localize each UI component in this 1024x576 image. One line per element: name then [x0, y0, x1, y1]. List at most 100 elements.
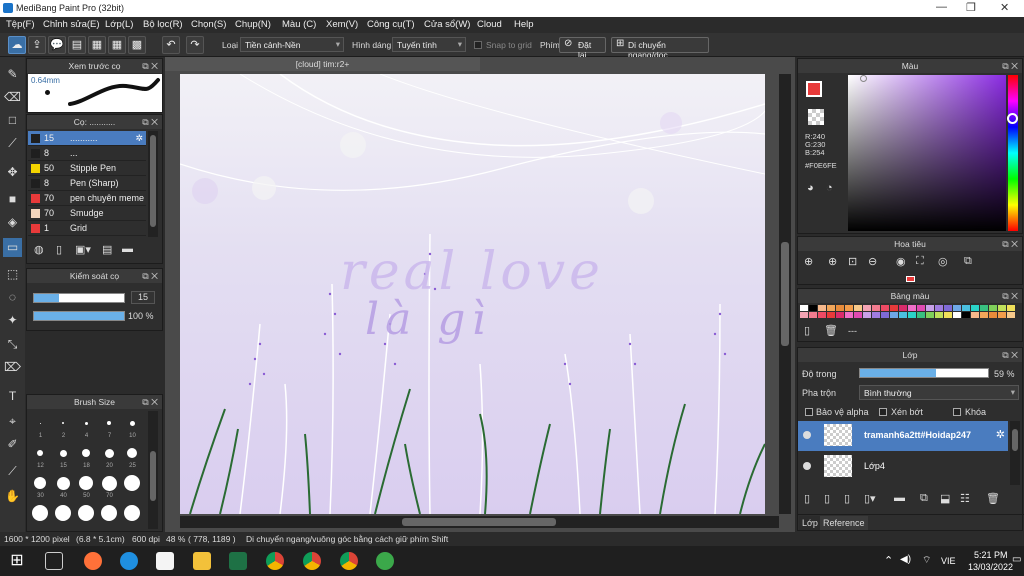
- clock-date[interactable]: 13/03/2022: [968, 562, 1013, 572]
- excel-icon[interactable]: [229, 552, 247, 570]
- menu-capture[interactable]: Chụp(N): [235, 19, 271, 30]
- menu-help[interactable]: Help: [514, 19, 534, 30]
- brush-size-scrollbar[interactable]: [148, 411, 158, 529]
- palette-swatch[interactable]: [836, 305, 844, 311]
- menu-edit[interactable]: Chỉnh sửa(E): [43, 19, 100, 30]
- new-layer-icon[interactable]: ▯: [804, 492, 810, 505]
- layer-item[interactable]: Lớp4: [798, 452, 1008, 482]
- palette-swatch[interactable]: [809, 312, 817, 318]
- palette-swatch[interactable]: [872, 305, 880, 311]
- palette-swatch[interactable]: [908, 305, 916, 311]
- brush-size-option[interactable]: 70: [98, 471, 121, 501]
- canvas-horizontal-scrollbar[interactable]: [180, 516, 779, 528]
- brush-size-value[interactable]: 15: [131, 291, 155, 304]
- palette-swatch[interactable]: [980, 312, 988, 318]
- palette-swatch[interactable]: [800, 312, 808, 318]
- protect-alpha-checkbox[interactable]: [805, 408, 813, 416]
- task-view-icon[interactable]: [45, 552, 63, 570]
- select-tool-icon[interactable]: ⬚: [3, 265, 22, 284]
- palette-swatch[interactable]: [1007, 312, 1015, 318]
- zoom-in-icon[interactable]: ⊕: [804, 255, 813, 268]
- palette-swatch[interactable]: [971, 312, 979, 318]
- hue-slider[interactable]: [1007, 75, 1018, 231]
- new-halftone-layer-icon[interactable]: ▯: [824, 492, 830, 505]
- zoom-out-icon[interactable]: ⊕: [828, 255, 837, 268]
- gear-icon[interactable]: ✲: [996, 428, 1005, 441]
- store-icon[interactable]: [156, 552, 174, 570]
- menu-window[interactable]: Cửa sổ(W): [424, 19, 470, 30]
- blend-select[interactable]: Bình thường: [859, 385, 1019, 400]
- palette-swatch[interactable]: [881, 305, 889, 311]
- popout-icon[interactable]: ⧉ ✕: [142, 395, 158, 409]
- popout-icon[interactable]: ⧉ ✕: [142, 115, 158, 129]
- new-brush-icon[interactable]: ▯: [56, 243, 62, 256]
- layer-folder-icon[interactable]: ▬: [894, 492, 905, 504]
- menu-tools[interactable]: Công cụ(T): [367, 19, 415, 30]
- brush-size-option[interactable]: 7: [98, 411, 121, 441]
- palette-swatch[interactable]: [926, 312, 934, 318]
- brush-size-option[interactable]: 15: [52, 441, 75, 471]
- palette-swatch[interactable]: [935, 312, 943, 318]
- select-pen-tool-icon[interactable]: ⤡: [3, 335, 22, 354]
- gradient-tool-icon[interactable]: ▭: [3, 238, 22, 257]
- undo-button[interactable]: ↶: [162, 36, 180, 54]
- chat-icon[interactable]: 💬: [48, 36, 66, 54]
- palette-swatch[interactable]: [962, 312, 970, 318]
- comment-icon[interactable]: ▤: [68, 36, 86, 54]
- layer-scrollbar[interactable]: [1010, 421, 1020, 485]
- brush-list-item[interactable]: 50 Stipple Pen: [28, 161, 146, 176]
- edge-icon[interactable]: [120, 552, 138, 570]
- folder-icon[interactable]: ▬: [122, 243, 133, 255]
- rectangle-tool-icon[interactable]: □: [3, 111, 22, 130]
- brush-size-option[interactable]: 12: [29, 441, 52, 471]
- palette-swatch[interactable]: [917, 305, 925, 311]
- color-wheel-icon[interactable]: ◔: [826, 182, 833, 194]
- brush-list-item[interactable]: 1 Grid: [28, 221, 146, 236]
- brush-size-option[interactable]: 20: [98, 441, 121, 471]
- brush-list-item[interactable]: 8...: [28, 146, 146, 161]
- dot-tool-icon[interactable]: ⟋: [3, 134, 22, 153]
- menu-select[interactable]: Chọn(S): [191, 19, 226, 30]
- brush-size-option[interactable]: [29, 501, 52, 531]
- bucket-tool-icon[interactable]: ◈: [3, 213, 22, 232]
- menu-filter[interactable]: Bộ lọc(R): [143, 19, 183, 30]
- popout-icon[interactable]: ⧉ ✕: [142, 269, 158, 283]
- palette-swatch[interactable]: [917, 312, 925, 318]
- layer-settings-icon[interactable]: ☷: [960, 492, 970, 505]
- share-icon[interactable]: ⇪: [28, 36, 46, 54]
- snap-to-grid-checkbox[interactable]: [474, 41, 482, 49]
- rotate-icon[interactable]: ◉: [896, 255, 906, 268]
- volume-icon[interactable]: ◀): [900, 554, 911, 565]
- lock-checkbox[interactable]: [953, 408, 961, 416]
- palette-swatch[interactable]: [872, 312, 880, 318]
- reset-button[interactable]: ⊘ Đặt lại: [559, 37, 606, 60]
- palette-swatch[interactable]: [845, 312, 853, 318]
- brush-size-option[interactable]: [121, 501, 144, 531]
- redo-button[interactable]: ↷: [186, 36, 204, 54]
- brush-opacity-slider[interactable]: [33, 311, 125, 321]
- operation-tool-icon[interactable]: ⌖: [3, 412, 22, 431]
- document-tab[interactable]: [cloud] tim:r2+: [165, 57, 480, 71]
- lasso-tool-icon[interactable]: ◌: [3, 288, 22, 307]
- text-tool-icon[interactable]: T: [3, 387, 22, 406]
- eraser-tool-icon[interactable]: ⌫: [3, 88, 22, 107]
- palette-swatch[interactable]: [818, 312, 826, 318]
- palette-swatch[interactable]: [818, 305, 826, 311]
- brush-size-option[interactable]: [121, 471, 144, 501]
- brush-size-option[interactable]: 30: [29, 471, 52, 501]
- zoom-minus-icon[interactable]: ⊖: [868, 255, 877, 268]
- palette-swatch[interactable]: [908, 312, 916, 318]
- menu-layer[interactable]: Lớp(L): [105, 19, 133, 30]
- language-indicator[interactable]: VIE: [941, 556, 956, 566]
- menu-file[interactable]: Tệp(F): [6, 19, 35, 30]
- fit-icon[interactable]: ⊡: [848, 255, 857, 268]
- saturation-value-picker[interactable]: [848, 75, 1006, 231]
- popout-icon[interactable]: ⧉ ✕: [1002, 59, 1018, 73]
- move-tool-icon[interactable]: ✥: [3, 163, 22, 182]
- tab-reference[interactable]: Reference: [820, 516, 868, 530]
- brush-list-scrollbar[interactable]: [148, 131, 158, 237]
- tray-chevron-icon[interactable]: ⌃: [884, 554, 893, 567]
- add-layer-dropdown-icon[interactable]: ▯▾: [864, 492, 876, 505]
- canvas-vertical-scrollbar[interactable]: [779, 74, 791, 514]
- brush-size-slider[interactable]: [33, 293, 125, 303]
